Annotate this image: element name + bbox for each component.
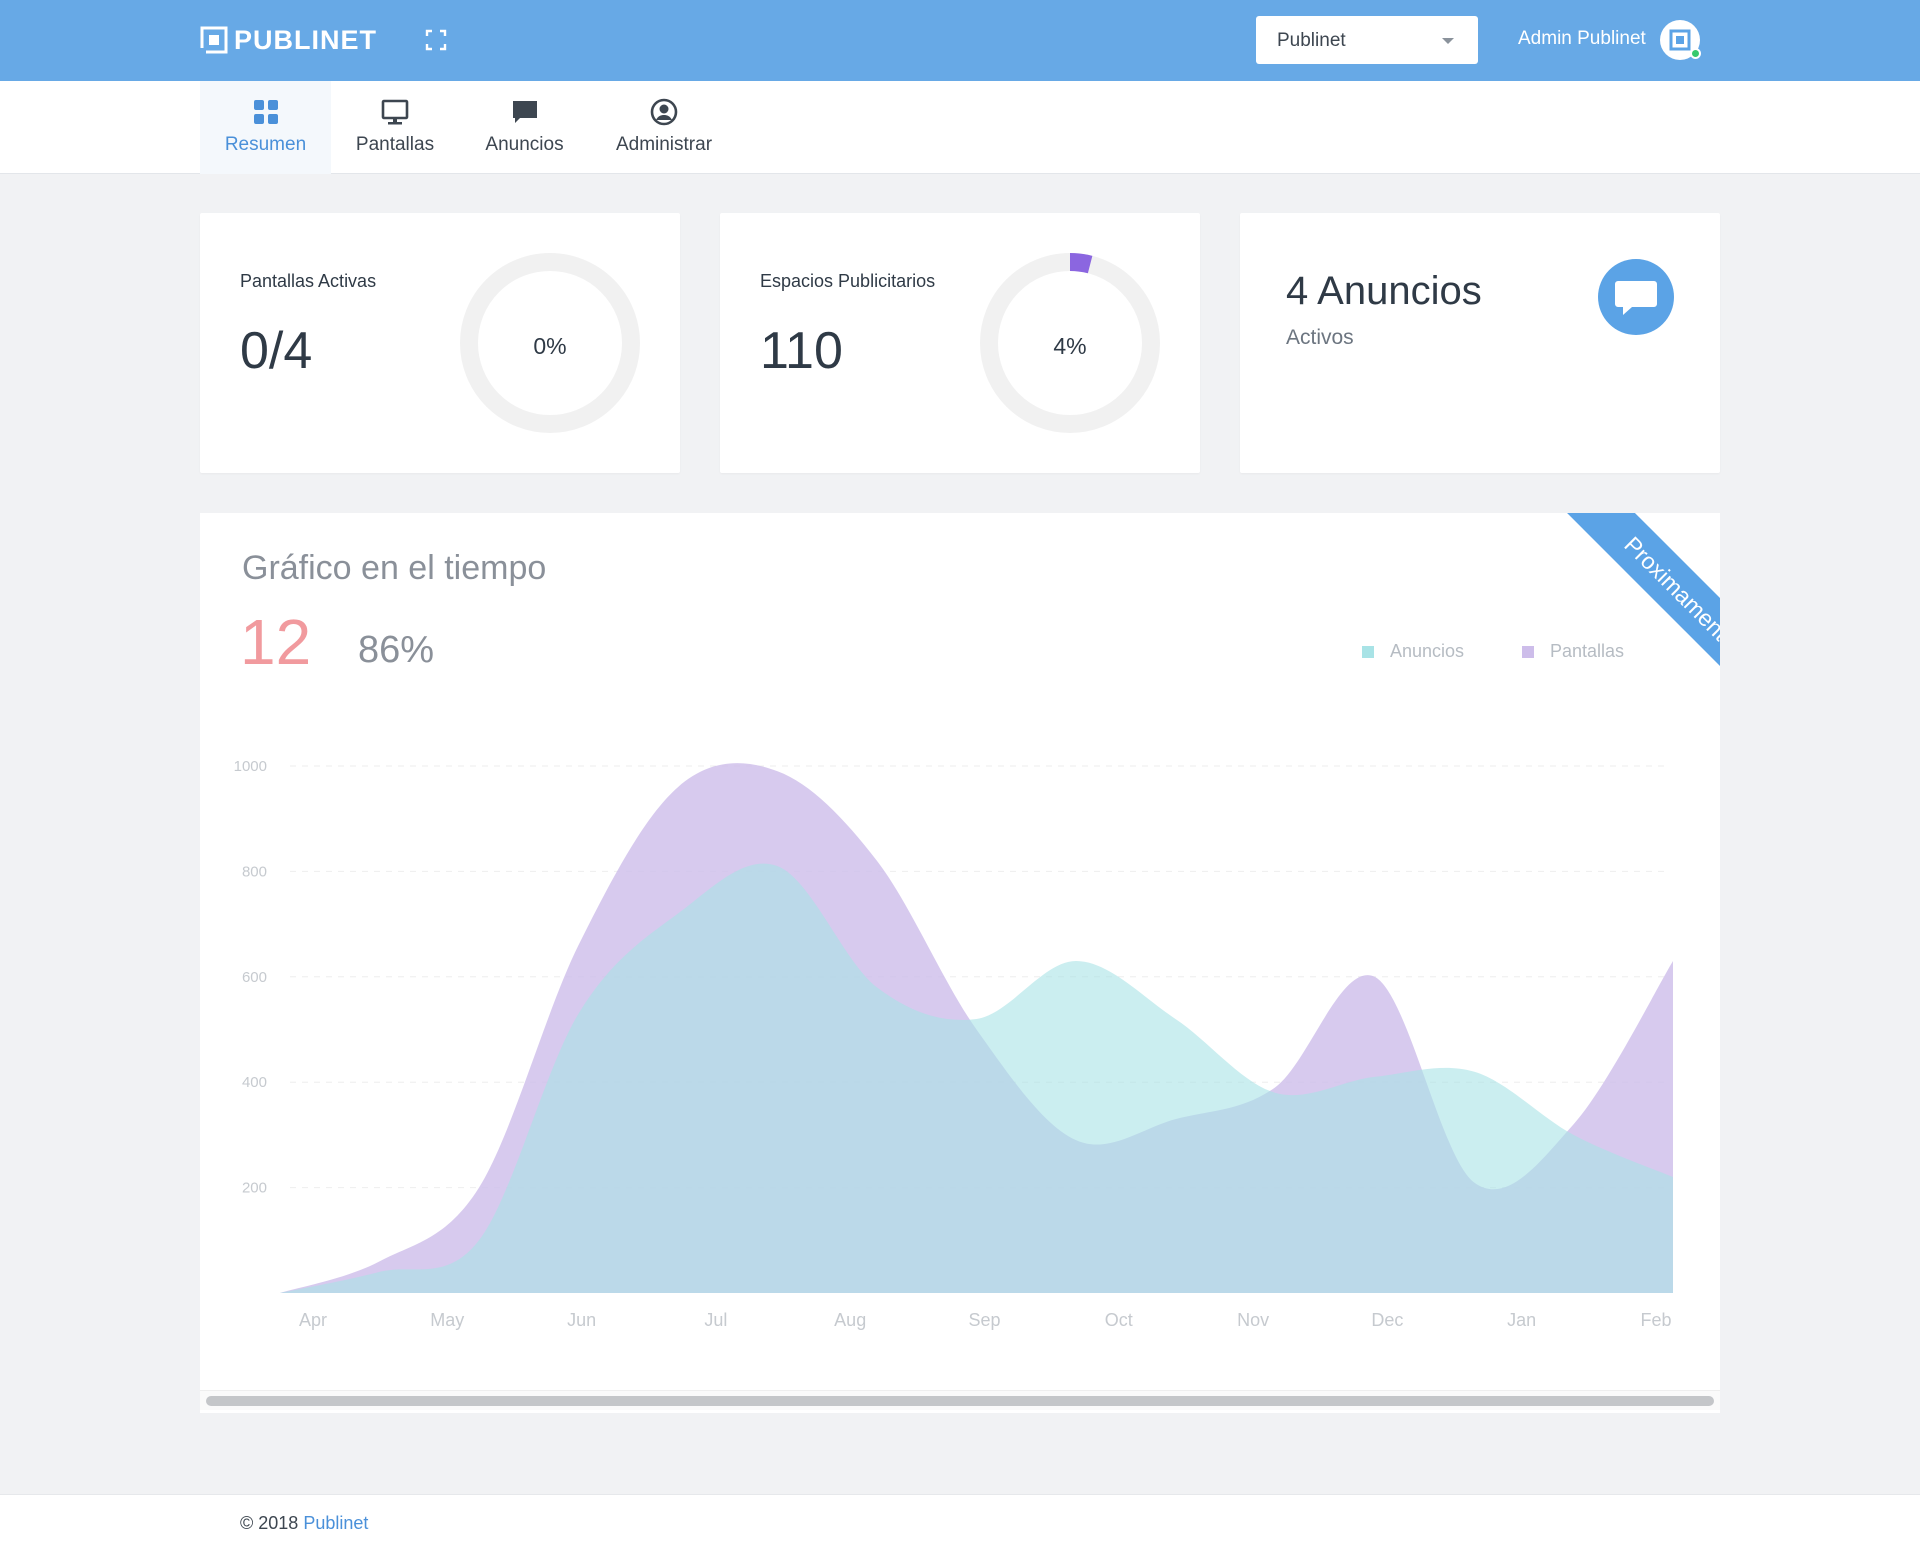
account-select-value: Publinet bbox=[1277, 30, 1346, 51]
tab-administrar[interactable]: Administrar bbox=[590, 81, 738, 174]
card-label: Espacios Publicitarios bbox=[760, 271, 936, 291]
x-tick-label: Apr bbox=[299, 1310, 327, 1330]
x-tick-label: Jan bbox=[1507, 1310, 1536, 1330]
card-anuncios: 4 Anuncios Activos bbox=[1240, 213, 1720, 473]
footer: © 2018 Publinet bbox=[0, 1494, 1920, 1552]
chat-icon bbox=[512, 101, 537, 123]
y-tick-label: 800 bbox=[242, 863, 267, 880]
donut-percent: 0% bbox=[533, 333, 567, 359]
x-tick-label: Oct bbox=[1105, 1310, 1133, 1330]
chevron-down-icon bbox=[1442, 38, 1454, 44]
x-tick-label: May bbox=[430, 1310, 464, 1330]
donut-percent: 4% bbox=[1053, 333, 1087, 359]
logo[interactable]: PUBLINET bbox=[200, 22, 377, 58]
main-nav: Resumen Pantallas Anuncios Administrar bbox=[0, 81, 1920, 174]
tab-pantallas[interactable]: Pantallas bbox=[331, 81, 459, 174]
card-pantallas-activas: Pantallas Activas 0/4 0% bbox=[200, 213, 680, 473]
donut-chart: 4% bbox=[980, 253, 1160, 433]
chat-icon bbox=[1615, 281, 1657, 315]
horizontal-scrollbar[interactable] bbox=[206, 1396, 1714, 1406]
fullscreen-icon[interactable] bbox=[424, 28, 448, 52]
footer-copyright: © 2018 Publinet bbox=[240, 1513, 368, 1534]
y-tick-label: 1000 bbox=[234, 758, 267, 775]
tab-label: Resumen bbox=[224, 134, 307, 155]
ribbon: Proximamente bbox=[1535, 513, 1720, 698]
anuncios-count: 4 Anuncios bbox=[1286, 269, 1482, 313]
card-value: 110 bbox=[760, 322, 843, 380]
tab-resumen[interactable]: Resumen bbox=[200, 81, 331, 174]
x-tick-label: Dec bbox=[1371, 1310, 1403, 1330]
x-tick-label: Feb bbox=[1640, 1310, 1671, 1330]
anuncios-button[interactable] bbox=[1598, 259, 1674, 335]
user-name[interactable]: Admin Publinet bbox=[1518, 28, 1646, 50]
card-value: 0/4 bbox=[240, 322, 313, 380]
x-tick-label: Aug bbox=[834, 1310, 866, 1330]
area-chart: 1000 800 600 400 200 Apr May Jun Jul Aug Sep Oct Nov… bbox=[234, 758, 1673, 1330]
tab-label: Administrar bbox=[615, 134, 713, 155]
ribbon-label: Proximamente bbox=[1565, 513, 1720, 698]
logo-icon bbox=[200, 26, 228, 54]
logo-text: PUBLINET bbox=[234, 24, 377, 55]
x-tick-label: Jul bbox=[704, 1310, 727, 1330]
donut-chart: 0% bbox=[460, 253, 640, 433]
card-espacios-publicitarios: Espacios Publicitarios 110 4% bbox=[720, 213, 1200, 473]
y-tick-label: 600 bbox=[242, 969, 267, 986]
y-tick-label: 400 bbox=[242, 1074, 267, 1091]
x-tick-label: Nov bbox=[1237, 1310, 1269, 1330]
series-area-anuncios bbox=[280, 863, 1673, 1293]
tab-label: Pantallas bbox=[355, 134, 435, 155]
account-select[interactable]: Publinet bbox=[1256, 16, 1478, 64]
tab-label: Anuncios bbox=[485, 134, 564, 155]
footer-link[interactable]: Publinet bbox=[303, 1513, 368, 1533]
grid-icon bbox=[253, 100, 278, 124]
copyright-text: © 2018 bbox=[240, 1513, 299, 1533]
top-bar: PUBLINET Publinet Admin Publinet bbox=[0, 0, 1920, 81]
x-tick-label: Sep bbox=[968, 1310, 1000, 1330]
card-label: Pantallas Activas bbox=[240, 271, 377, 291]
anuncios-subtitle: Activos bbox=[1286, 326, 1354, 349]
user-circle-icon bbox=[650, 98, 678, 126]
online-status-dot bbox=[1690, 48, 1701, 59]
avatar[interactable] bbox=[1660, 20, 1701, 60]
tab-anuncios[interactable]: Anuncios bbox=[459, 81, 590, 174]
x-tick-label: Jun bbox=[567, 1310, 596, 1330]
y-tick-label: 200 bbox=[242, 1180, 267, 1197]
chart-card: Gráfico en el tiempo 12 86% Anuncios Pan… bbox=[200, 513, 1720, 1413]
monitor-icon bbox=[381, 99, 409, 125]
